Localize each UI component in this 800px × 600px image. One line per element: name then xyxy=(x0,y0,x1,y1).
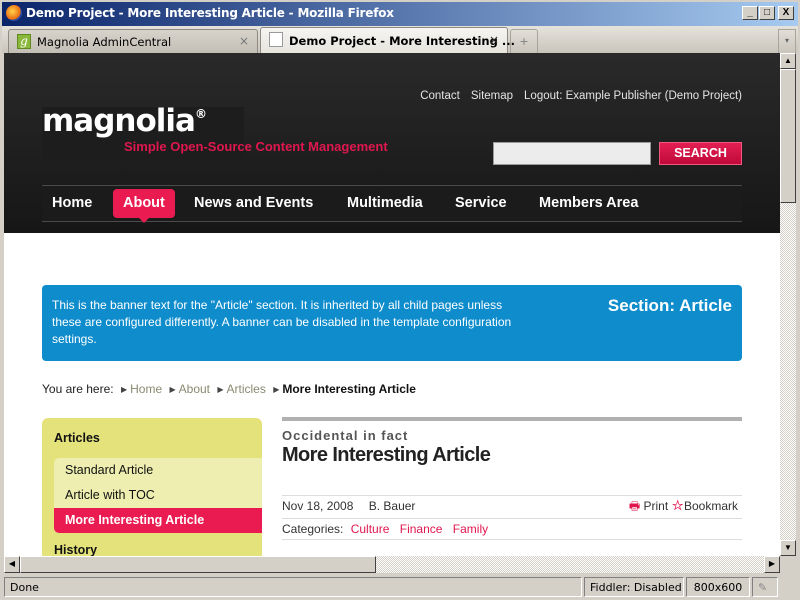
nav-service[interactable]: Service xyxy=(445,189,517,218)
tab-list-button[interactable]: ▾ xyxy=(778,29,796,53)
resolution-indicator[interactable]: 800x600 xyxy=(686,577,750,597)
tab-label: Magnolia AdminCentral xyxy=(37,35,172,49)
main-nav: Home About News and Events Multimedia Se… xyxy=(42,185,742,223)
search-button[interactable]: SEARCH xyxy=(659,142,742,165)
vertical-scroll-thumb[interactable] xyxy=(780,69,796,203)
category-family[interactable]: Family xyxy=(453,522,488,536)
nav-about[interactable]: About xyxy=(113,189,175,223)
breadcrumb-current: More Interesting Article xyxy=(282,382,416,396)
scroll-up-button[interactable]: ▲ xyxy=(780,53,796,69)
sidebar-item-standard-article[interactable]: Standard Article xyxy=(54,458,262,483)
article-top-rule xyxy=(282,417,742,421)
breadcrumb-prefix: You are here: xyxy=(42,382,114,396)
breadcrumb: You are here: ▶ Home ▶ About ▶ Articles ▶ Mo… xyxy=(42,382,416,396)
section-banner: This is the banner text for the "Article… xyxy=(42,285,742,361)
article-categories: Categories: Culture Finance Family xyxy=(282,518,742,540)
star-icon[interactable]: ☆ xyxy=(672,499,684,513)
nav-members-area[interactable]: Members Area xyxy=(529,189,648,218)
banner-text: This is the banner text for the "Article… xyxy=(52,298,512,346)
breadcrumb-home[interactable]: Home xyxy=(130,382,162,396)
category-finance[interactable]: Finance xyxy=(400,522,443,536)
sidebar-heading-articles[interactable]: Articles xyxy=(54,431,100,445)
sidebar-list: Standard Article Article with TOC More I… xyxy=(54,458,262,533)
page-viewport: Contact Sitemap Logout: Example Publishe… xyxy=(4,53,780,556)
print-link[interactable]: Print xyxy=(644,499,669,513)
minimize-button[interactable]: _ xyxy=(742,6,758,20)
firefox-icon xyxy=(6,5,22,21)
page-icon xyxy=(269,32,283,47)
window-title: Demo Project - More Interesting Article … xyxy=(26,6,394,20)
categories-label: Categories: xyxy=(282,522,344,536)
nav-home[interactable]: Home xyxy=(42,189,102,218)
bookmark-link[interactable]: Bookmark xyxy=(684,499,738,513)
category-culture[interactable]: Culture xyxy=(351,522,390,536)
close-tab-icon[interactable]: × xyxy=(239,34,249,48)
scroll-down-button[interactable]: ▼ xyxy=(780,540,796,556)
banner-title: Section: Article xyxy=(607,296,732,315)
status-bar: Done Fiddler: Disabled 800x600 ✎ xyxy=(0,575,800,600)
breadcrumb-arrow-icon: ▶ xyxy=(217,385,224,394)
breadcrumb-arrow-icon: ▶ xyxy=(273,385,280,394)
contact-link[interactable]: Contact xyxy=(420,90,460,102)
breadcrumb-arrow-icon: ▶ xyxy=(169,385,176,394)
scroll-left-button[interactable]: ◀ xyxy=(4,556,20,573)
close-tab-icon[interactable]: × xyxy=(489,33,499,47)
maximize-button[interactable]: □ xyxy=(759,6,775,20)
article-kicker: Occidental in fact xyxy=(282,428,409,443)
logo-text: magnolia xyxy=(42,103,196,139)
search-input[interactable] xyxy=(493,142,651,165)
tagline: Simple Open-Source Content Management xyxy=(124,139,388,154)
article-title: More Interesting Article xyxy=(282,444,491,466)
print-icon[interactable]: 🖶 xyxy=(629,499,640,513)
addon-icon[interactable]: ✎ xyxy=(752,577,778,597)
vertical-scrollbar[interactable]: ▲ ▼ xyxy=(780,53,796,556)
tab-strip: g Magnolia AdminCentral × Demo Project -… xyxy=(0,26,800,53)
horizontal-scroll-thumb[interactable] xyxy=(20,556,376,573)
scroll-right-button[interactable]: ▶ xyxy=(764,556,780,573)
site-header: Contact Sitemap Logout: Example Publishe… xyxy=(4,53,780,233)
new-tab-button[interactable]: + xyxy=(510,29,538,53)
status-text: Done xyxy=(4,577,582,597)
magnolia-g-icon: g xyxy=(17,34,31,49)
scrollbar-corner xyxy=(780,556,796,573)
logout-link[interactable]: Logout: Example Publisher (Demo Project) xyxy=(524,90,742,102)
sidebar-item-more-interesting-article[interactable]: More Interesting Article xyxy=(54,508,262,533)
breadcrumb-about[interactable]: About xyxy=(179,382,210,396)
tab-magnolia-admincentral[interactable]: g Magnolia AdminCentral × xyxy=(8,29,258,53)
sidebar-item-article-with-toc[interactable]: Article with TOC xyxy=(54,483,262,508)
sidebar: Articles Standard Article Article with T… xyxy=(42,418,262,556)
registered-mark: ® xyxy=(194,107,207,121)
sitemap-link[interactable]: Sitemap xyxy=(471,90,513,102)
breadcrumb-articles[interactable]: Articles xyxy=(227,382,266,396)
magnolia-logo[interactable]: magnolia® xyxy=(42,103,207,139)
tab-label: Demo Project - More Interesting ... xyxy=(289,34,515,48)
nav-news-and-events[interactable]: News and Events xyxy=(184,189,323,218)
title-bar: Demo Project - More Interesting Article … xyxy=(0,0,800,26)
article-date: Nov 18, 2008 xyxy=(282,499,354,513)
fiddler-status[interactable]: Fiddler: Disabled xyxy=(584,577,684,597)
top-links: Contact Sitemap Logout: Example Publishe… xyxy=(420,90,742,102)
breadcrumb-arrow-icon: ▶ xyxy=(120,385,128,394)
article-meta: Nov 18, 2008 B. Bauer 🖶 Print ☆Bookmark xyxy=(282,495,742,517)
close-window-button[interactable]: X xyxy=(778,6,794,20)
nav-multimedia[interactable]: Multimedia xyxy=(337,189,433,218)
horizontal-scrollbar[interactable]: ◀ ▶ xyxy=(4,556,780,573)
tab-demo-project[interactable]: Demo Project - More Interesting ... × xyxy=(260,27,515,53)
sidebar-heading-history[interactable]: History xyxy=(54,543,97,556)
browser-window: Demo Project - More Interesting Article … xyxy=(0,0,800,600)
article-author: B. Bauer xyxy=(368,499,416,513)
